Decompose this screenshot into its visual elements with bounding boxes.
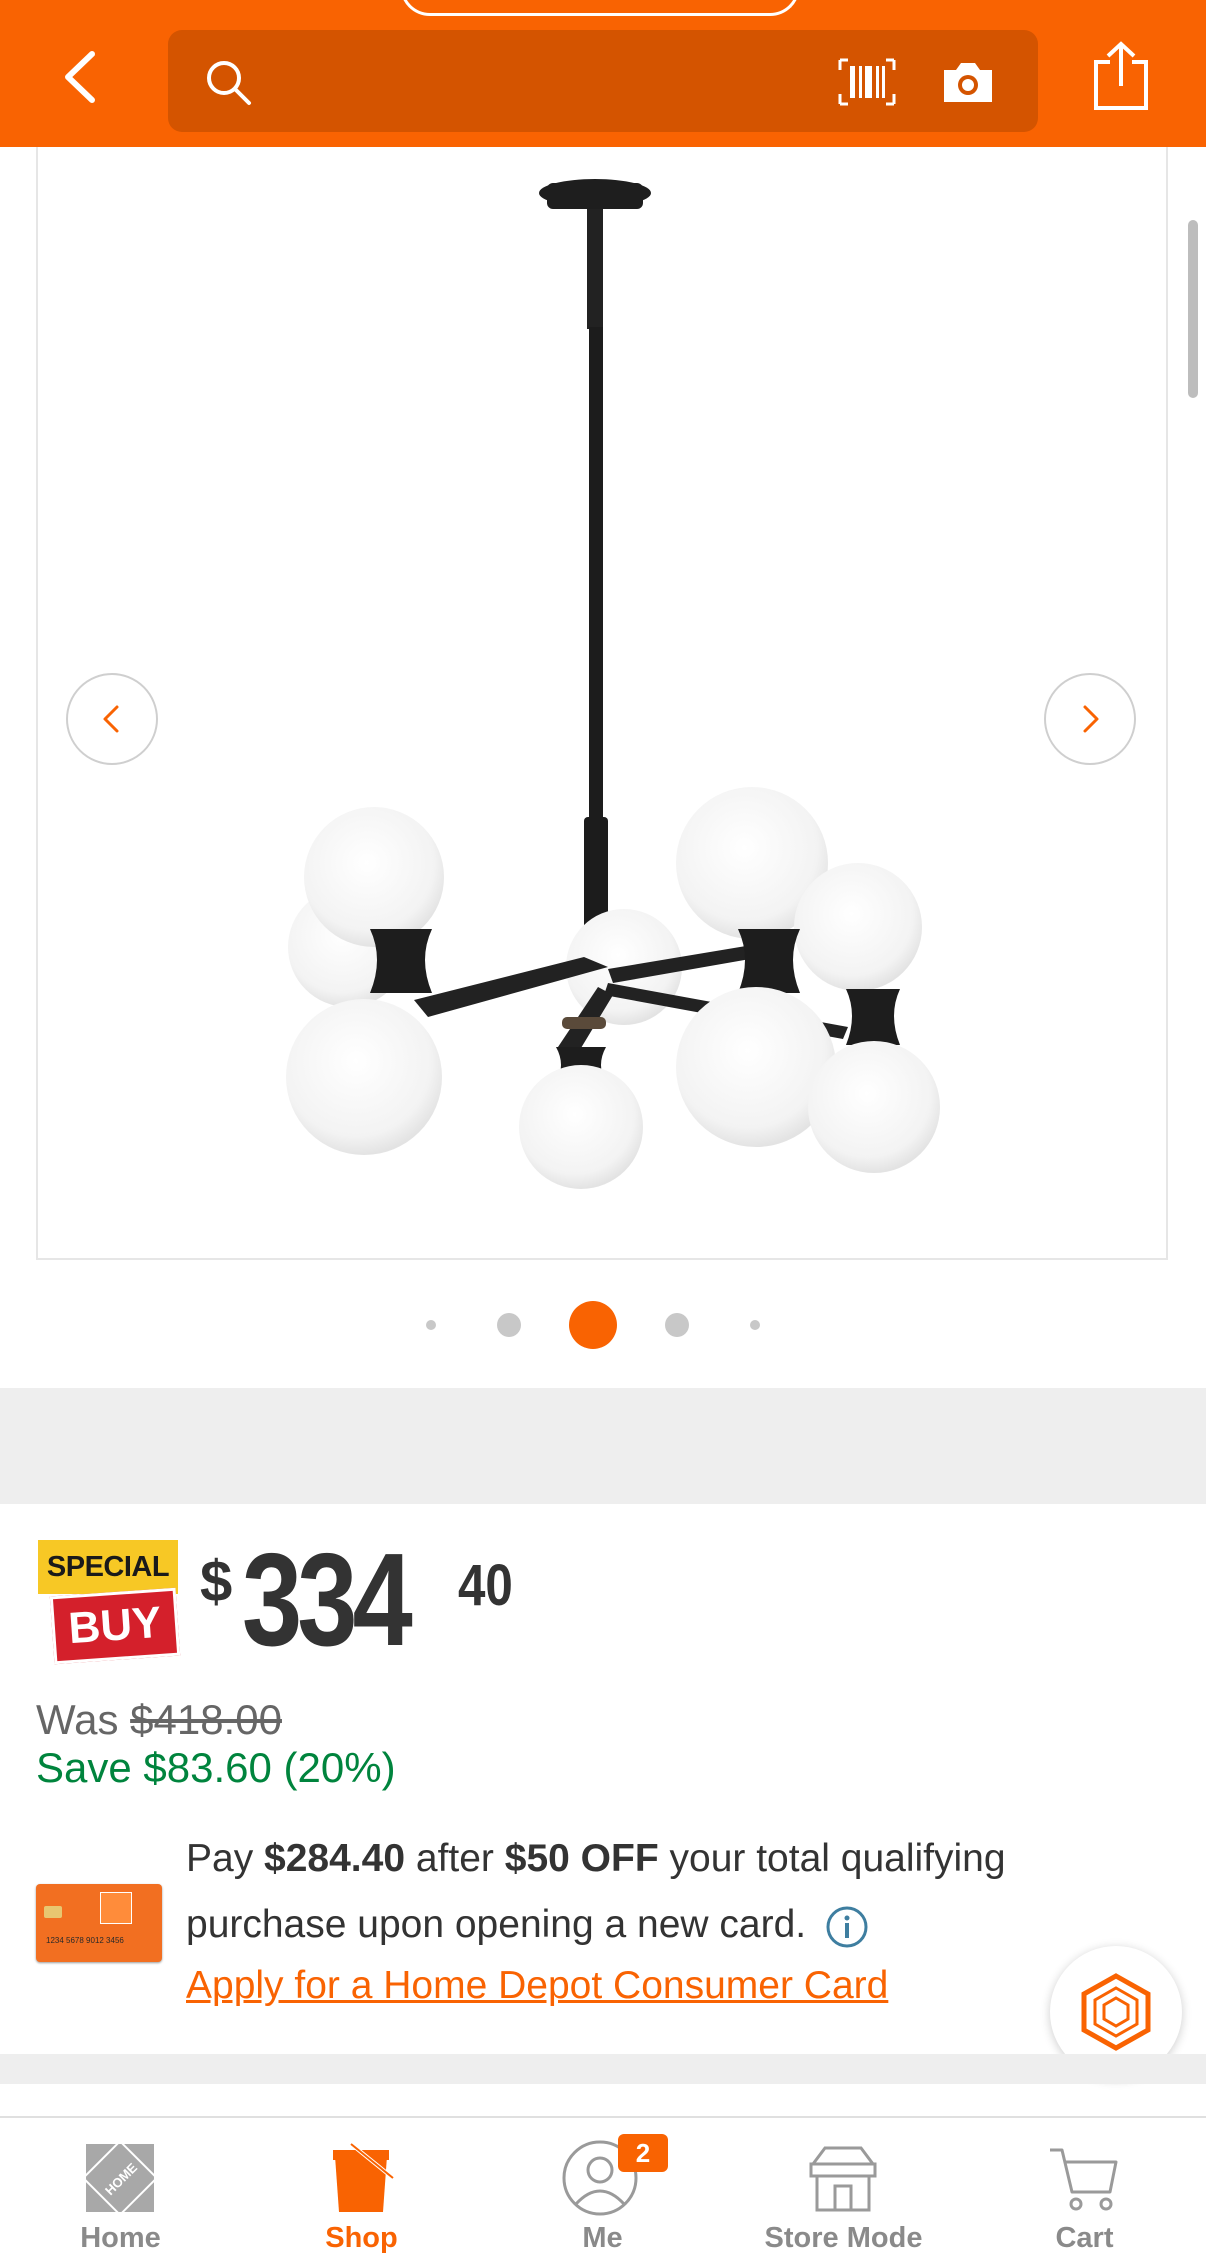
hexagon-logo-icon <box>1081 1973 1151 2051</box>
tab-cart[interactable]: Cart <box>964 2118 1205 2266</box>
price-currency: $ <box>200 1549 233 1614</box>
search-icon <box>207 61 251 105</box>
offer-off-amount: $50 OFF <box>504 1837 659 1880</box>
badge-special-text: SPECIAL <box>38 1540 178 1594</box>
back-button[interactable] <box>48 42 118 112</box>
was-price: Was $418.00 <box>36 1696 282 1744</box>
home-depot-logo-icon: HOME <box>81 2139 159 2217</box>
carousel-dot-active[interactable] <box>569 1301 617 1349</box>
special-buy-badge: SPECIAL BUY <box>38 1540 181 1670</box>
tab-label: Store Mode <box>764 2222 923 2254</box>
tab-label: Shop <box>325 2222 398 2254</box>
previous-image-button[interactable] <box>66 673 158 765</box>
was-old-price: $418.00 <box>130 1696 282 1743</box>
product-image-gallery <box>0 147 1206 1387</box>
paint-bucket-icon <box>333 2142 395 2212</box>
home-depot-logo-icon <box>100 1892 132 1924</box>
next-image-button[interactable] <box>1044 673 1136 765</box>
card-offer-text: Pay $284.40 after $50 OFF your total qua… <box>186 1826 1106 1958</box>
card-chip <box>44 1906 62 1918</box>
tab-me[interactable]: 2 Me <box>482 2118 723 2266</box>
offer-pre: Pay <box>186 1837 254 1880</box>
tab-store-mode[interactable]: Store Mode <box>723 2118 964 2266</box>
section-divider <box>0 1388 1206 1504</box>
chandelier-image <box>286 179 940 1189</box>
badge-buy-text: BUY <box>49 1587 181 1665</box>
carousel-dot[interactable] <box>426 1320 436 1330</box>
notification-count-badge: 2 <box>618 2134 668 2172</box>
carousel-dots <box>0 1300 1206 1350</box>
chevron-left-icon <box>103 705 119 733</box>
carousel-dot[interactable] <box>665 1313 689 1337</box>
card-number: 1234 5678 9012 3456 <box>46 1936 124 1945</box>
tab-label: Me <box>582 2222 623 2254</box>
carousel-dot[interactable] <box>750 1320 760 1330</box>
status-notch <box>400 0 800 16</box>
share-icon <box>1094 41 1148 110</box>
offer-pay-amount: $284.40 <box>264 1837 406 1880</box>
was-label: Was <box>36 1696 119 1743</box>
chevron-right-icon <box>1083 705 1099 733</box>
chevron-left-icon <box>65 51 95 103</box>
price-section: SPECIAL BUY $ 334 40 Was $418.00 Save $8… <box>0 1504 1206 2054</box>
price-whole: 334 <box>242 1526 413 1673</box>
savings-text: Save $83.60 (20%) <box>36 1744 396 1791</box>
camera-icon[interactable] <box>940 58 996 106</box>
carousel-dot[interactable] <box>497 1313 521 1337</box>
top-bar <box>0 0 1206 147</box>
tab-home[interactable]: HOME Home <box>0 2118 241 2266</box>
tab-shop[interactable]: Shop <box>241 2118 482 2266</box>
cart-icon <box>1050 2148 1118 2211</box>
store-icon <box>809 2146 877 2212</box>
search-input[interactable] <box>168 30 1038 132</box>
scrollbar[interactable] <box>1188 220 1198 398</box>
bottom-tab-bar: HOME Home Shop 2 Me Store Mode Cart <box>0 2116 1206 2266</box>
tab-label: Cart <box>1055 2222 1114 2254</box>
barcode-scan-icon[interactable] <box>836 56 898 108</box>
tab-label: Home <box>80 2222 161 2254</box>
price-cents: 40 <box>458 1553 513 1618</box>
credit-card-image: 1234 5678 9012 3456 <box>36 1884 162 1962</box>
section-divider <box>0 2054 1206 2084</box>
info-icon[interactable] <box>825 1905 869 1949</box>
product-image[interactable] <box>36 147 1168 1260</box>
apply-card-link[interactable]: Apply for a Home Depot Consumer Card <box>186 1964 888 2008</box>
offer-mid: after <box>415 1837 494 1880</box>
share-button[interactable] <box>1090 40 1152 117</box>
